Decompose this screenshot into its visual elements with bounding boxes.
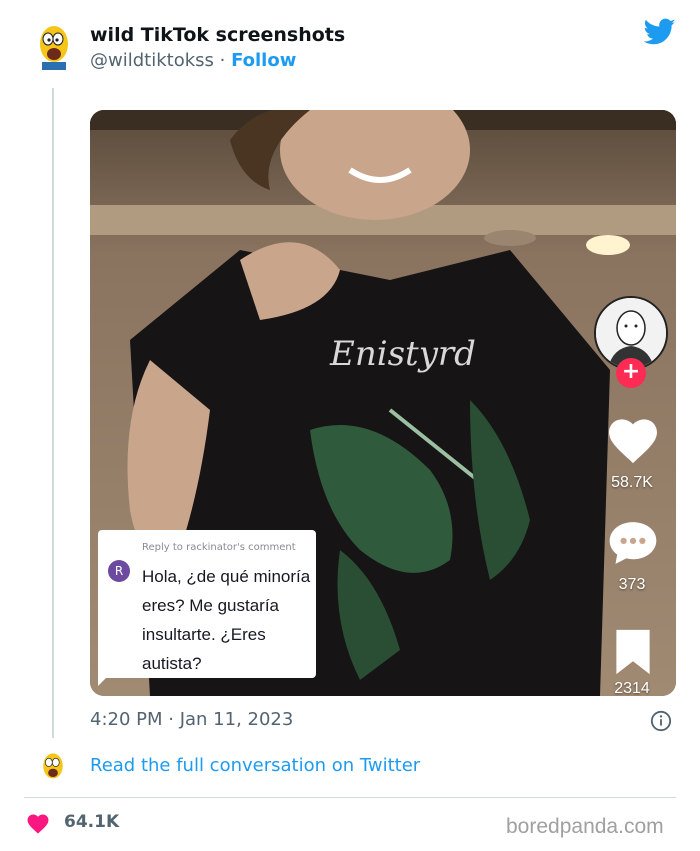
tweet-timestamp[interactable]: 4:20 PM · Jan 11, 2023 (90, 709, 293, 730)
reply-avatar[interactable] (40, 752, 66, 784)
separator-dot: · (213, 50, 232, 71)
tweet-embed-card: wild TikTok screenshots @wildtiktokss · … (0, 0, 700, 851)
thread-line (52, 88, 54, 738)
author-handle-row: @wildtiktokss · Follow (90, 50, 296, 71)
author-handle[interactable]: @wildtiktokss (90, 50, 214, 71)
tiktok-reply-bubble: Reply to rackinator's comment R Hola, ¿d… (98, 530, 316, 678)
info-icon[interactable] (650, 710, 672, 732)
follow-link[interactable]: Follow (231, 50, 296, 71)
author-avatar[interactable] (36, 24, 72, 70)
read-conversation-link[interactable]: Read the full conversation on Twitter (90, 755, 420, 776)
commenter-avatar: R (108, 560, 130, 582)
follow-creator-button[interactable]: + (616, 358, 646, 388)
svg-text:Enistyrd: Enistyrd (329, 334, 476, 374)
reply-header: Reply to rackinator's comment (142, 542, 296, 553)
tiktok-share-count: 2314 (614, 680, 650, 696)
twitter-bird-icon[interactable] (644, 18, 676, 46)
tiktok-like-count: 58.7K (611, 474, 653, 491)
footer-divider (24, 797, 676, 798)
author-name[interactable]: wild TikTok screenshots (90, 24, 345, 46)
tiktok-heart-icon[interactable] (608, 418, 658, 464)
heart-icon[interactable] (27, 814, 49, 834)
reply-bubble-tail (98, 672, 112, 686)
source-watermark: boredpanda.com (506, 815, 664, 838)
tiktok-comment-icon[interactable] (608, 520, 658, 566)
tiktok-share-icon[interactable] (614, 628, 652, 676)
like-count[interactable]: 64.1K (64, 812, 119, 832)
tiktok-comment-count: 373 (618, 576, 646, 593)
reply-comment-text: Hola, ¿de qué minoría eres? Me gustaría … (142, 567, 311, 673)
